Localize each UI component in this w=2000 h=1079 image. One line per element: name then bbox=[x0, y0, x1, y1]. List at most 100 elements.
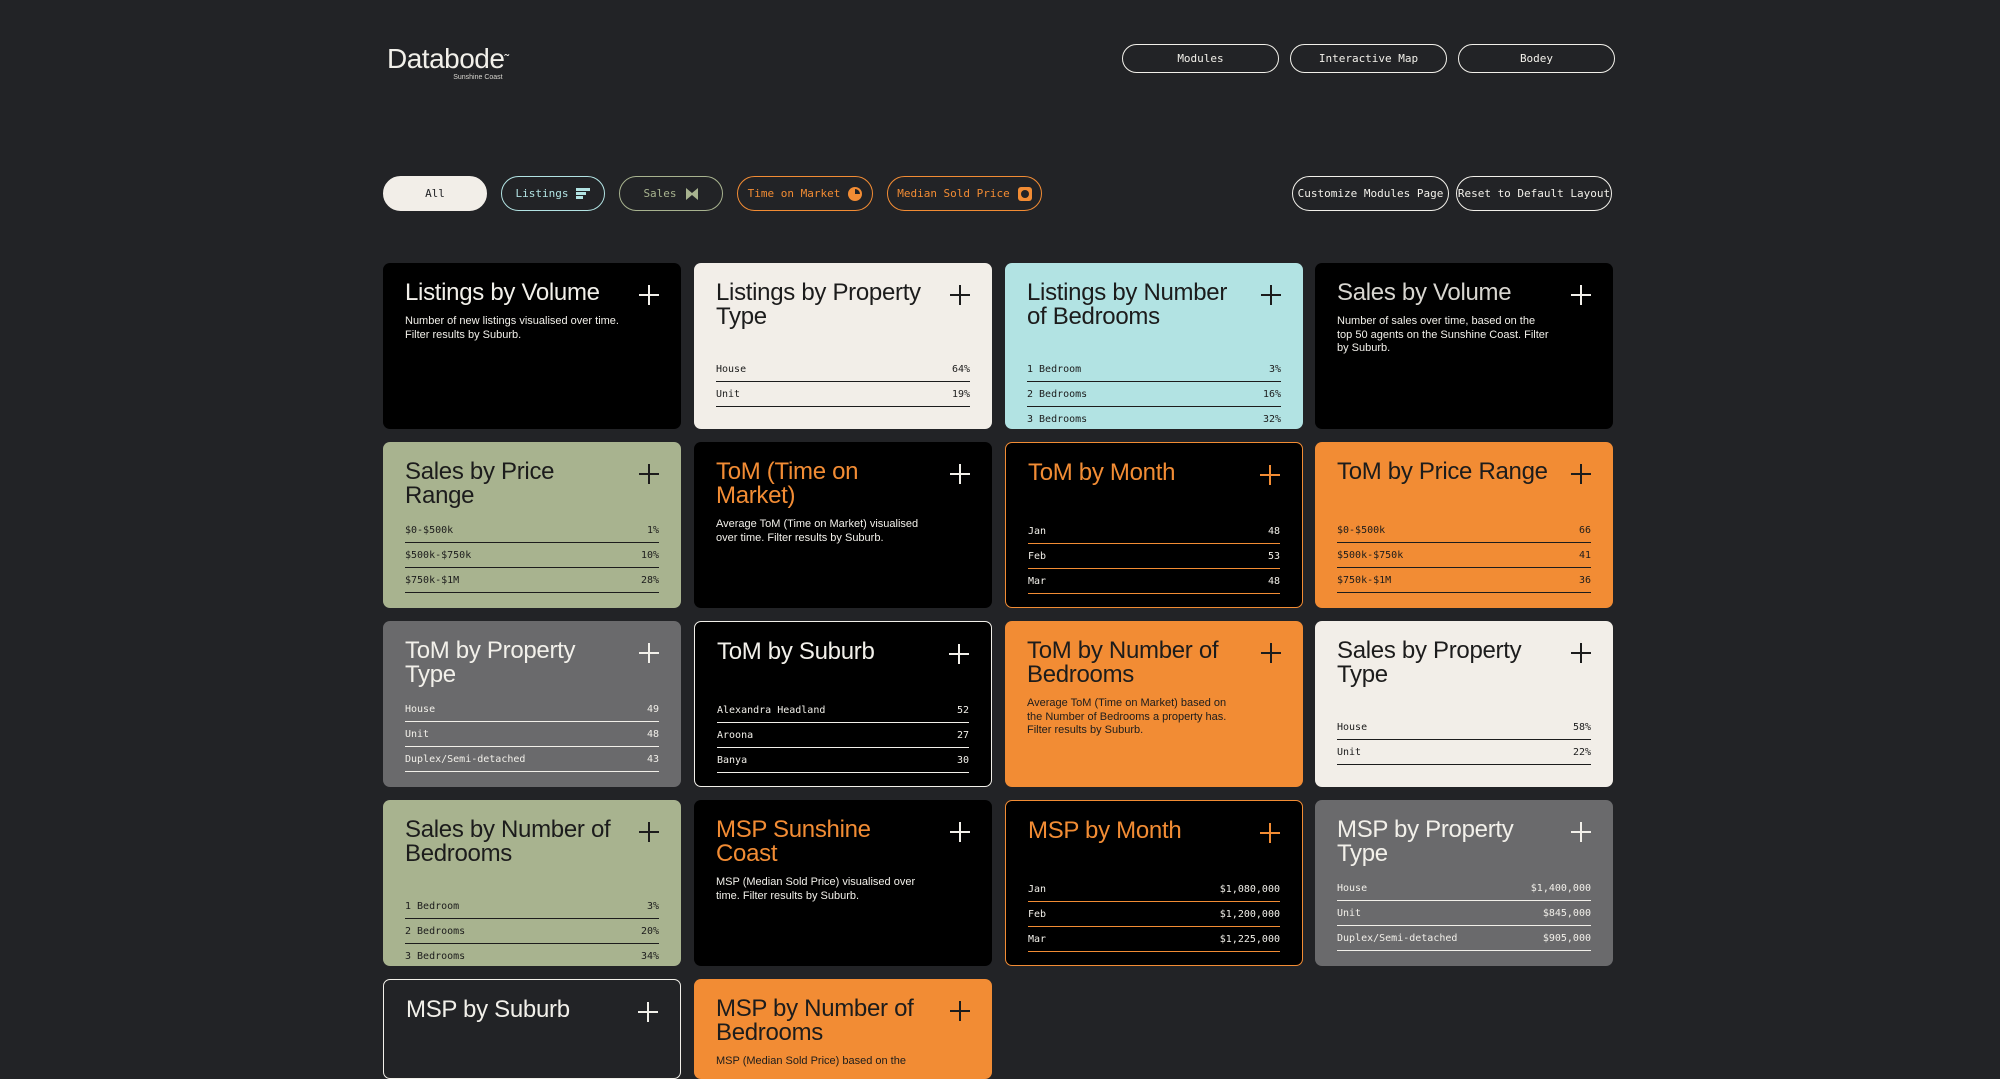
module-card-msp-by-property-type[interactable]: MSP by Property Type House $1,400,000 Uni… bbox=[1315, 800, 1613, 966]
add-module-icon[interactable] bbox=[639, 822, 659, 842]
card-description: MSP (Median Sold Price) visualised over … bbox=[716, 876, 916, 902]
filter-sales-button[interactable]: Sales bbox=[619, 176, 723, 211]
add-module-icon[interactable] bbox=[639, 285, 659, 305]
module-card-tom-by-suburb[interactable]: ToM by Suburb Alexandra Headland 52 Aroon… bbox=[694, 621, 992, 787]
add-module-icon[interactable] bbox=[949, 644, 969, 664]
table-row: 2 Bedrooms 20% bbox=[405, 919, 659, 944]
filter-listings-button[interactable]: Listings bbox=[501, 176, 605, 211]
table-row: Jan $1,080,000 bbox=[1028, 877, 1280, 902]
table-row: $750k-$1M 36 bbox=[1337, 568, 1591, 593]
card-rows: $0-$500k 66 $500k-$750k 41 $750k-$1M 36 bbox=[1337, 518, 1591, 593]
table-row: House 49 bbox=[405, 697, 659, 722]
add-module-icon[interactable] bbox=[639, 464, 659, 484]
table-row: Jan 48 bbox=[1028, 519, 1280, 544]
table-row: Unit $845,000 bbox=[1337, 901, 1591, 926]
module-filters: All Listings Sales Time on Market Median… bbox=[383, 176, 1042, 211]
module-card-msp-sunshine-coast[interactable]: MSP Sunshine Coast MSP (Median Sold Pric… bbox=[694, 800, 992, 966]
table-row: Feb 53 bbox=[1028, 544, 1280, 569]
card-title: ToM by Suburb bbox=[717, 638, 875, 665]
table-row: 1 Bedroom 3% bbox=[405, 894, 659, 919]
table-row: Alexandra Headland 52 bbox=[717, 698, 969, 723]
table-row: 1 Bedroom 3% bbox=[1027, 357, 1281, 382]
circle-square-icon bbox=[1017, 186, 1032, 201]
card-description: MSP (Median Sold Price) based on the bbox=[716, 1055, 906, 1067]
module-card-msp-by-bedrooms[interactable]: MSP by Number of Bedrooms MSP (Median So… bbox=[694, 979, 992, 1079]
card-title: Listings by Property Type bbox=[716, 279, 921, 330]
module-card-tom-by-month[interactable]: ToM by Month Jan 48 Feb 53 Mar 48 bbox=[1005, 442, 1303, 608]
layout-actions: Customize Modules Page Reset to Default … bbox=[1292, 176, 1612, 211]
module-card-tom[interactable]: ToM (Time on Market) Average ToM (Time o… bbox=[694, 442, 992, 608]
card-title: MSP by Suburb bbox=[406, 996, 570, 1023]
add-module-icon[interactable] bbox=[1261, 285, 1281, 305]
pie-chart-icon bbox=[848, 186, 863, 201]
module-card-tom-by-price-range[interactable]: ToM by Price Range $0-$500k 66 $500k-$750… bbox=[1315, 442, 1613, 608]
brand-logo[interactable]: Databode˜ Sunshine Coast bbox=[387, 44, 509, 82]
module-card-sales-by-bedrooms[interactable]: Sales by Number of Bedrooms 1 Bedroom 3% … bbox=[383, 800, 681, 966]
table-row: House 64% bbox=[716, 357, 970, 382]
add-module-icon[interactable] bbox=[1571, 285, 1591, 305]
table-row: Duplex/Semi-detached 43 bbox=[405, 747, 659, 772]
table-row: 2 Bedrooms 16% bbox=[1027, 382, 1281, 407]
card-rows: 1 Bedroom 3% 2 Bedrooms 16% 3 Bedrooms 32% bbox=[1027, 357, 1281, 429]
add-module-icon[interactable] bbox=[638, 1002, 658, 1022]
module-card-listings-by-volume[interactable]: Listings by Volume Number of new listing… bbox=[383, 263, 681, 429]
card-rows: House 58% Unit 22% bbox=[1337, 715, 1591, 765]
top-navigation: Modules Interactive Map Bodey bbox=[1122, 44, 1615, 73]
table-row: House $1,400,000 bbox=[1337, 876, 1591, 901]
card-title: Sales by Property Type bbox=[1337, 637, 1522, 688]
filter-time-on-market-button[interactable]: Time on Market bbox=[737, 176, 873, 211]
module-card-tom-by-property-type[interactable]: ToM by Property Type House 49 Unit 48 Dupl… bbox=[383, 621, 681, 787]
reset-layout-button[interactable]: Reset to Default Layout bbox=[1456, 176, 1612, 211]
table-row: Unit 22% bbox=[1337, 740, 1591, 765]
add-module-icon[interactable] bbox=[1571, 464, 1591, 484]
module-card-sales-by-volume[interactable]: Sales by Volume Number of sales over tim… bbox=[1315, 263, 1613, 429]
bar-chart-icon bbox=[576, 187, 591, 201]
add-module-icon[interactable] bbox=[1571, 822, 1591, 842]
add-module-icon[interactable] bbox=[1260, 823, 1280, 843]
nav-bodey-button[interactable]: Bodey bbox=[1458, 44, 1615, 73]
card-title: MSP by Property Type bbox=[1337, 816, 1514, 867]
card-rows: House 49 Unit 48 Duplex/Semi-detached 43 bbox=[405, 697, 659, 772]
add-module-icon[interactable] bbox=[950, 1001, 970, 1021]
add-module-icon[interactable] bbox=[639, 643, 659, 663]
card-rows: 1 Bedroom 3% 2 Bedrooms 20% 3 Bedrooms 34% bbox=[405, 894, 659, 966]
add-module-icon[interactable] bbox=[950, 822, 970, 842]
module-card-listings-by-bedrooms[interactable]: Listings by Number of Bedrooms 1 Bedroom… bbox=[1005, 263, 1303, 429]
card-title: Listings by Number of Bedrooms bbox=[1027, 279, 1228, 330]
card-title: MSP by Number of Bedrooms bbox=[716, 995, 914, 1046]
module-card-sales-by-property-type[interactable]: Sales by Property Type House 58% Unit 22% bbox=[1315, 621, 1613, 787]
card-title: Sales by Number of Bedrooms bbox=[405, 816, 611, 867]
table-row: $0-$500k 66 bbox=[1337, 518, 1591, 543]
nav-interactive-map-button[interactable]: Interactive Map bbox=[1290, 44, 1447, 73]
customize-modules-button[interactable]: Customize Modules Page bbox=[1292, 176, 1449, 211]
add-module-icon[interactable] bbox=[950, 464, 970, 484]
module-card-msp-by-month[interactable]: MSP by Month Jan $1,080,000 Feb $1,200,000… bbox=[1005, 800, 1303, 966]
table-row: 3 Bedrooms 32% bbox=[1027, 407, 1281, 429]
table-row: Aroona 27 bbox=[717, 723, 969, 748]
table-row: $750k-$1M 28% bbox=[405, 568, 659, 593]
card-rows: House $1,400,000 Unit $845,000 Duplex/Semi… bbox=[1337, 876, 1591, 951]
module-card-msp-by-suburb[interactable]: MSP by Suburb bbox=[383, 979, 681, 1079]
table-row: Banya 30 bbox=[717, 748, 969, 773]
card-title: MSP Sunshine Coast bbox=[716, 816, 871, 867]
filter-all-label: All bbox=[425, 187, 445, 200]
table-row: 3 Bedrooms 34% bbox=[405, 944, 659, 966]
card-description: Number of sales over time, based on the … bbox=[1337, 315, 1549, 354]
add-module-icon[interactable] bbox=[1571, 643, 1591, 663]
nav-modules-button[interactable]: Modules bbox=[1122, 44, 1279, 73]
module-card-tom-by-bedrooms[interactable]: ToM by Number of Bedrooms Average ToM (T… bbox=[1005, 621, 1303, 787]
filter-all-button[interactable]: All bbox=[383, 176, 487, 211]
table-row: House 58% bbox=[1337, 715, 1591, 740]
card-rows: House 64% Unit 19% bbox=[716, 357, 970, 407]
add-module-icon[interactable] bbox=[1260, 465, 1280, 485]
table-row: Feb $1,200,000 bbox=[1028, 902, 1280, 927]
filter-median-sold-price-button[interactable]: Median Sold Price bbox=[887, 176, 1042, 211]
module-card-sales-by-price-range[interactable]: Sales by Price Range $0-$500k 1% $500k-$7… bbox=[383, 442, 681, 608]
card-title: ToM (Time on Market) bbox=[716, 458, 859, 509]
card-rows: $0-$500k 1% $500k-$750k 10% $750k-$1M 28% bbox=[405, 518, 659, 593]
table-row: Mar 48 bbox=[1028, 569, 1280, 594]
add-module-icon[interactable] bbox=[950, 285, 970, 305]
add-module-icon[interactable] bbox=[1261, 643, 1281, 663]
table-row: $500k-$750k 10% bbox=[405, 543, 659, 568]
module-card-listings-by-property-type[interactable]: Listings by Property Type House 64% Unit 1… bbox=[694, 263, 992, 429]
